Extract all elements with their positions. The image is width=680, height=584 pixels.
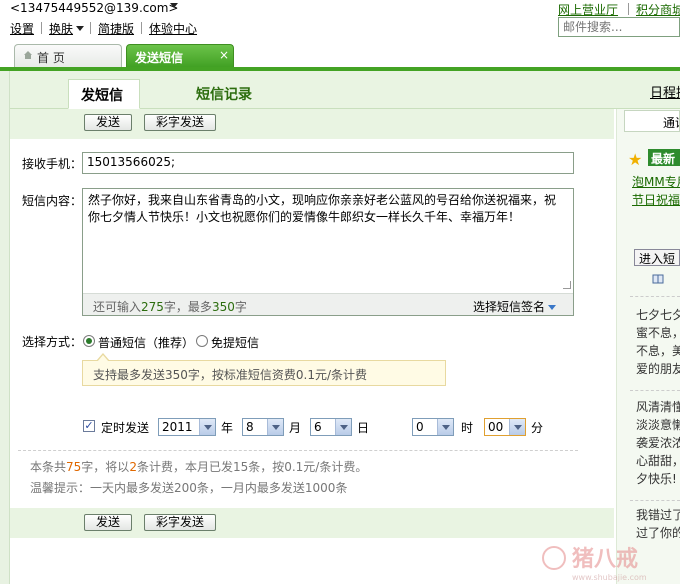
enter-sms-button[interactable]: 进入短 (634, 249, 680, 266)
skin-link[interactable]: 换肤 (49, 20, 73, 37)
month-select[interactable]: 8 (242, 418, 284, 436)
tip-arrow-fill (97, 355, 109, 362)
divider (18, 450, 578, 451)
sidebar-divider (630, 500, 680, 501)
link-separator (141, 22, 142, 34)
tab-home-label: 首 页 (37, 51, 65, 65)
account-dropdown-icon[interactable] (170, 3, 178, 8)
timed-send-checkbox[interactable]: ✓ (83, 420, 95, 432)
timed-send-label: 定时发送 (101, 421, 150, 435)
book-icon (652, 274, 664, 284)
minute-select[interactable]: 00 (484, 418, 526, 436)
color-send-button[interactable]: 彩字发送 (144, 114, 216, 131)
message-text[interactable]: 然子你好，我来自山东省青岛的小文，现响应你亲亲好老公蓝风的号召给你送祝福来，祝你… (88, 192, 566, 226)
day-select[interactable]: 6 (310, 418, 352, 436)
chevron-down-icon (335, 419, 351, 435)
home-icon (24, 51, 32, 59)
mail-search-input[interactable] (558, 17, 680, 37)
subtab-send-sms[interactable]: 发短信 (68, 79, 140, 109)
billing-summary: 本条共75字，将以2条计费，本月已发15条，按0.1元/条计费。 (30, 460, 368, 474)
hour-select[interactable]: 0 (412, 418, 454, 436)
radio-normal-sms-label[interactable]: 普通短信（推荐） (98, 334, 194, 351)
subtab-sms-records[interactable]: 短信记录 (196, 84, 252, 104)
tab-send-sms-label: 发送短信 (135, 51, 184, 65)
message-textarea[interactable]: 然子你好，我来自山东省青岛的小文，现响应你亲亲好老公蓝风的号召给你送祝福来，祝你… (82, 188, 574, 316)
points-mall-link[interactable]: 积分商城 (636, 1, 680, 18)
star-icon: ★ (628, 150, 643, 169)
method-label: 选择方式： (22, 335, 83, 349)
recipient-label: 接收手机： (22, 157, 83, 171)
sidebar-divider (630, 296, 680, 297)
settings-link[interactable]: 设置 (10, 20, 34, 37)
hour-unit: 时 (461, 421, 474, 435)
link-separator (41, 22, 42, 34)
sidebar-link-mm[interactable]: 泡MM专用 (632, 173, 680, 190)
online-hall-link[interactable]: 网上营业厅 (558, 1, 618, 18)
sidebar-sms-2[interactable]: 风清清懂 淡淡意懒 袭爱浓浓 心甜甜， 夕快乐! (636, 398, 680, 488)
message-footer: 还可输入275字，最多350字 选择短信签名 (83, 293, 573, 315)
left-rail (0, 71, 10, 584)
chevron-down-icon (548, 305, 557, 310)
close-icon[interactable]: × (219, 48, 229, 62)
send-button-bottom[interactable]: 发送 (84, 514, 132, 531)
radio-free-sms-label[interactable]: 免提短信 (211, 334, 259, 351)
address-book-tab[interactable]: 通讯 (624, 110, 680, 132)
send-button[interactable]: 发送 (84, 114, 132, 131)
resize-handle[interactable] (563, 281, 571, 289)
minute-unit: 分 (531, 421, 544, 435)
sidebar-link-holiday[interactable]: 节日祝福 (632, 191, 680, 208)
latest-badge: 最新 (648, 149, 680, 166)
signature-select[interactable]: 选择短信签名 (473, 298, 557, 315)
year-unit: 年 (221, 421, 234, 435)
radio-free-sms[interactable] (196, 335, 208, 347)
svg-text:www.shubajie.com: www.shubajie.com (572, 573, 647, 582)
chevron-down-icon (267, 419, 283, 435)
svg-text:猪八戒: 猪八戒 (572, 546, 638, 572)
link-separator (90, 22, 91, 34)
sidebar-divider (630, 390, 680, 391)
link-separator (628, 3, 629, 15)
char-counter: 还可输入275字，最多350字 (93, 300, 247, 314)
account-email[interactable]: <13475449552@139.com> (10, 1, 178, 15)
recipient-phone-input[interactable]: 15013566025; (82, 152, 574, 174)
color-send-button-bottom[interactable]: 彩字发送 (144, 514, 216, 531)
method-tip: 支持最多发送350字，按标准短信资费0.1元/条计费 (82, 360, 446, 386)
skin-dropdown-icon[interactable] (76, 26, 84, 31)
experience-center-link[interactable]: 体验中心 (149, 20, 197, 37)
simple-version-link[interactable]: 简捷版 (98, 20, 134, 37)
chevron-down-icon (509, 419, 525, 435)
year-select[interactable]: 2011 (158, 418, 216, 436)
tab-home[interactable]: 首 页 (14, 44, 122, 68)
tab-send-sms[interactable]: 发送短信 × (126, 44, 234, 68)
month-unit: 月 (289, 421, 302, 435)
site-watermark-logo: 猪八戒 www.shubajie.com (538, 536, 680, 584)
content-label: 短信内容： (22, 194, 83, 208)
chevron-down-icon (437, 419, 453, 435)
sidebar-sms-1[interactable]: 七夕七夕 蜜不息， 不息，美 爱的朋友 (636, 306, 680, 378)
day-unit: 日 (357, 421, 370, 435)
reminder-text: 温馨提示：一天内最多发送200条，一月内最多发送1000条 (30, 481, 348, 495)
schedule-link[interactable]: 日程提 (650, 82, 680, 101)
chevron-down-icon (199, 419, 215, 435)
radio-normal-sms[interactable] (83, 335, 95, 347)
subtab-send-sms-label: 发短信 (81, 88, 123, 104)
